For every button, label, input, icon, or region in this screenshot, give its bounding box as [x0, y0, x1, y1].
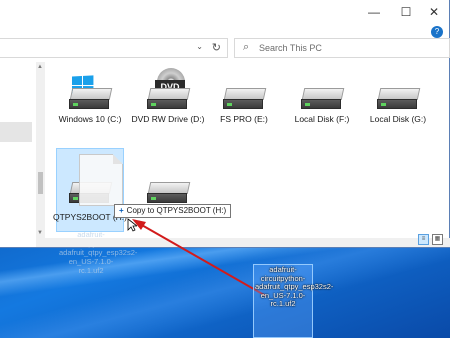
- drive-item-c[interactable]: Windows 10 (C:): [53, 75, 127, 125]
- drag-ghost-file-icon: [79, 154, 123, 206]
- copy-tooltip: + Copy to QTPYS2BOOT (H:): [114, 204, 232, 218]
- refresh-icon[interactable]: ↻: [212, 41, 221, 54]
- drag-ghost-filename: adafruit-circuitpython-adafruit_qtpy_esp…: [59, 230, 138, 275]
- navigation-pane[interactable]: [0, 62, 36, 238]
- chevron-down-icon[interactable]: ⌄: [196, 42, 203, 51]
- desktop-file-label[interactable]: adafruit-circuitpython-adafruit_qtpy_esp…: [255, 265, 333, 309]
- search-placeholder: Search This PC: [259, 43, 322, 53]
- drive-item-f[interactable]: Local Disk (F:): [285, 76, 359, 125]
- nav-selected-item[interactable]: [0, 122, 32, 142]
- scroll-thumb[interactable]: [38, 172, 43, 194]
- details-view-icon[interactable]: ≡: [418, 234, 429, 245]
- close-button[interactable]: ✕: [418, 0, 450, 24]
- hard-drive-icon: [145, 170, 191, 206]
- drive-label: DVD RW Drive (D:): [131, 114, 205, 124]
- hard-drive-icon: [375, 76, 421, 112]
- status-bar: [36, 238, 450, 247]
- hard-drive-icon: [221, 76, 267, 112]
- dvd-drive-icon: DVD: [145, 68, 191, 112]
- drive-item-unlabeled[interactable]: [131, 170, 205, 206]
- drive-item-e[interactable]: FS PRO (E:): [207, 76, 281, 125]
- drive-item-g[interactable]: Local Disk (G:): [361, 76, 435, 125]
- address-bar[interactable]: ⌄ ↻: [0, 38, 228, 58]
- address-row: ⌄ ↻ ⌕ Search This PC: [0, 36, 450, 60]
- plus-icon: +: [119, 206, 124, 215]
- drive-label: Local Disk (G:): [369, 114, 427, 124]
- drive-label: Local Disk (F:): [294, 114, 350, 124]
- title-bar: — ☐ ✕: [0, 0, 449, 24]
- scroll-down-icon[interactable]: ▼: [37, 230, 43, 236]
- drive-item-d[interactable]: DVD DVD RW Drive (D:): [131, 68, 205, 125]
- search-input[interactable]: ⌕ Search This PC: [234, 38, 450, 58]
- drive-label: FS PRO (E:): [220, 114, 268, 124]
- view-buttons: ≡ ▦: [418, 234, 443, 245]
- search-icon: ⌕: [243, 41, 250, 53]
- nav-scrollbar[interactable]: ▲ ▼: [36, 62, 45, 238]
- large-icons-view-icon[interactable]: ▦: [432, 234, 443, 245]
- drive-label: Windows 10 (C:): [58, 114, 122, 124]
- minimize-button[interactable]: —: [358, 0, 390, 24]
- scroll-up-icon[interactable]: ▲: [37, 64, 43, 70]
- mouse-cursor-icon: [127, 218, 137, 232]
- hard-drive-icon: [299, 76, 345, 112]
- drives-content-area: Windows 10 (C:) DVD DVD RW Drive (D:) FS…: [45, 62, 450, 275]
- windows-drive-icon: [67, 75, 113, 112]
- copy-tooltip-text: Copy to QTPYS2BOOT (H:): [126, 206, 227, 215]
